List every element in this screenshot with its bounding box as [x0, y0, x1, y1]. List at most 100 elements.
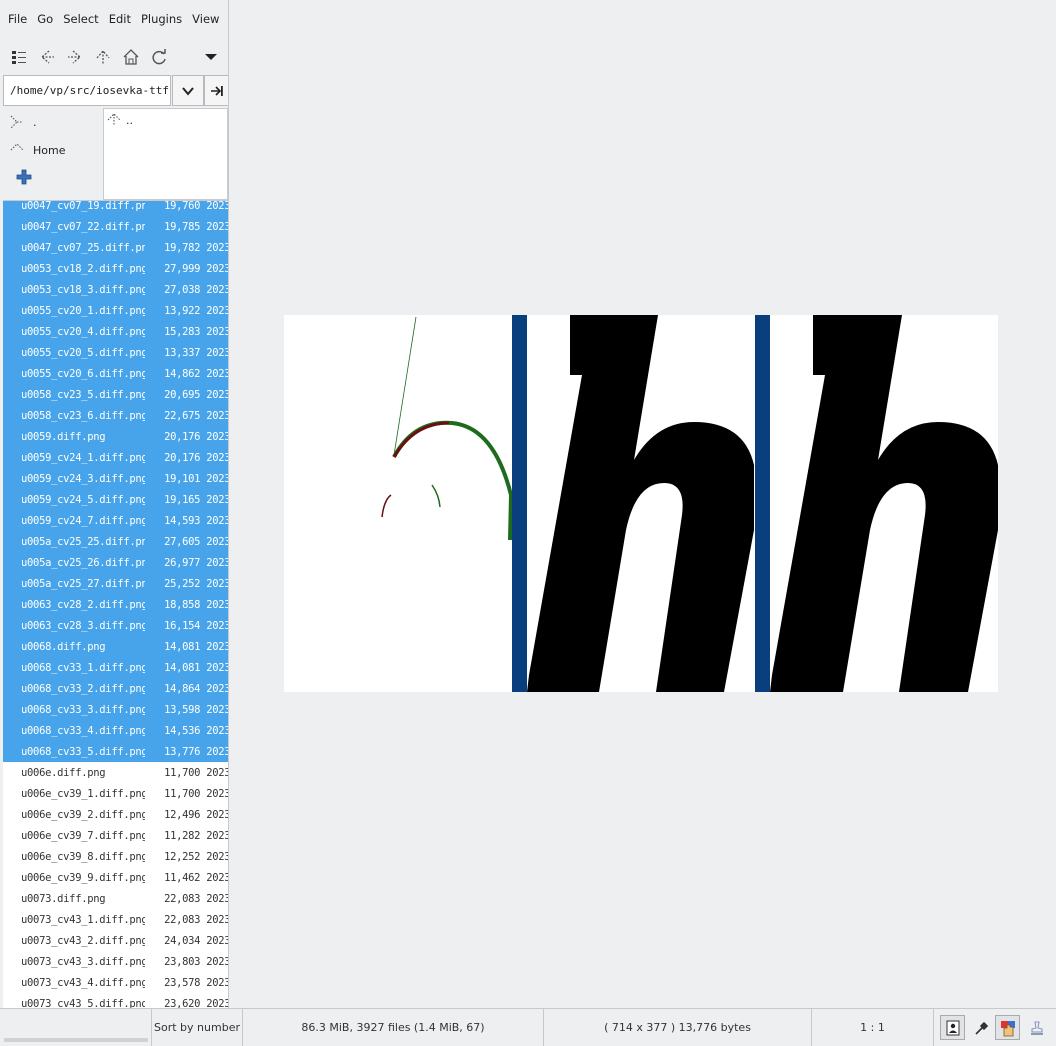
file-row[interactable]: u006e_cv39_8.diff.png 12,252 2023 [3, 846, 228, 867]
diff-image[interactable] [284, 315, 998, 692]
file-row[interactable]: u006e_cv39_9.diff.png 11,462 2023 [3, 867, 228, 888]
plus-icon [16, 169, 32, 185]
file-row[interactable]: u0053_cv18_3.diff.png 27,038 2023 [3, 279, 228, 300]
menu-bar: File Go Select Edit Plugins View Wi [0, 0, 228, 38]
home-button[interactable] [120, 46, 142, 68]
toolbar-menu-button[interactable] [200, 46, 222, 68]
file-row[interactable]: u0068_cv33_5.diff.png 13,776 2023 [3, 741, 228, 762]
file-row[interactable]: u0055_cv20_6.diff.png 14,862 2023 [3, 363, 228, 384]
file-date: 2023 [206, 514, 228, 527]
file-row[interactable]: u0059.diff.png 20,176 2023 [3, 426, 228, 447]
file-date: 2023 [206, 430, 228, 443]
file-row[interactable]: u0059_cv24_7.diff.png 14,593 2023 [3, 510, 228, 531]
bookmark-item-current[interactable]: . [9, 114, 37, 130]
path-go-button[interactable] [204, 75, 228, 106]
path-input[interactable]: /home/vp/src/iosevka-ttf-dif [3, 75, 171, 106]
file-row[interactable]: u006e_cv39_2.diff.png 12,496 2023 [3, 804, 228, 825]
file-row[interactable]: u005a_cv25_25.diff.png 27,605 2023 [3, 531, 228, 552]
add-bookmark-button[interactable] [15, 168, 33, 186]
file-row[interactable]: u0055_cv20_5.diff.png 13,337 2023 [3, 342, 228, 363]
file-size: 22,083 [164, 913, 201, 926]
directory-list: .. [103, 108, 228, 200]
file-row[interactable]: u0047_cv07_25.diff.png 19,782 2023 [3, 237, 228, 258]
file-size: 11,700 [164, 766, 201, 779]
forward-arrow-icon [68, 50, 81, 64]
file-row[interactable]: u0059_cv24_1.diff.png 20,176 2023 [3, 447, 228, 468]
file-size: 14,862 [164, 367, 201, 380]
menu-select[interactable]: Select [63, 12, 98, 26]
file-name: u0073_cv43_5.diff.png [21, 997, 145, 1009]
file-row[interactable]: u0059_cv24_5.diff.png 19,165 2023 [3, 489, 228, 510]
file-size: 23,803 [164, 955, 201, 968]
file-row[interactable]: u0047_cv07_19.diff.png 19,760 2023 [3, 200, 228, 216]
file-row[interactable]: u006e_cv39_7.diff.png 11,282 2023 [3, 825, 228, 846]
person-info-icon [946, 1020, 959, 1035]
file-row[interactable]: u005a_cv25_27.diff.png 25,252 2023 [3, 573, 228, 594]
toolbar [0, 42, 228, 72]
file-row[interactable]: u0073_cv43_2.diff.png 24,034 2023 [3, 930, 228, 951]
file-row[interactable]: u0073_cv43_1.diff.png 22,083 2023 [3, 909, 228, 930]
gqview-window: File Go Select Edit Plugins View Wi [0, 0, 1056, 1046]
file-row[interactable]: u0068_cv33_4.diff.png 14,536 2023 [3, 720, 228, 741]
image-viewer[interactable] [230, 0, 1056, 1008]
info-toggle-button[interactable] [940, 1015, 965, 1040]
file-row[interactable]: u0058_cv23_5.diff.png 20,695 2023 [3, 384, 228, 405]
file-row[interactable]: u0058_cv23_6.diff.png 22,675 2023 [3, 405, 228, 426]
up-button[interactable] [92, 46, 114, 68]
file-name: u0059_cv24_7.diff.png [21, 514, 145, 527]
file-row[interactable]: u0063_cv28_2.diff.png 18,858 2023 [3, 594, 228, 615]
menu-edit[interactable]: Edit [109, 12, 131, 26]
file-date: 2023 [206, 367, 228, 380]
file-row[interactable]: u006e.diff.png 11,700 2023 [3, 762, 228, 783]
file-name: u006e_cv39_7.diff.png [21, 829, 145, 842]
file-row[interactable]: u0047_cv07_22.diff.png 19,785 2023 [3, 216, 228, 237]
file-name: u0047_cv07_19.diff.png [21, 200, 145, 212]
glyph-diff-graphic [284, 315, 998, 692]
file-row[interactable]: u0055_cv20_4.diff.png 15,283 2023 [3, 321, 228, 342]
file-row[interactable]: u0053_cv18_2.diff.png 27,999 2023 [3, 258, 228, 279]
file-row[interactable]: u0068_cv33_1.diff.png 14,081 2023 [3, 657, 228, 678]
file-row[interactable]: u0068_cv33_3.diff.png 13,598 2023 [3, 699, 228, 720]
file-row[interactable]: u0073_cv43_5.diff.png 23,620 2023 [3, 993, 228, 1009]
status-image-info: ( 714 x 377 ) 13,776 bytes [544, 1009, 812, 1046]
exif-rotate-button[interactable] [995, 1015, 1020, 1040]
color-hand-icon [1000, 1020, 1015, 1036]
file-row[interactable]: u006e_cv39_1.diff.png 11,700 2023 [3, 783, 228, 804]
file-row[interactable]: u0068_cv33_2.diff.png 14,864 2023 [3, 678, 228, 699]
file-list: u0047_cv07_19.diff.png 19,760 2023 u0047_cv… [3, 200, 228, 1008]
file-row[interactable]: u0055_cv20_1.diff.png 13,922 2023 [3, 300, 228, 321]
file-row[interactable]: u005a_cv25_26.diff.png 26,977 2023 [3, 552, 228, 573]
file-row[interactable]: u0073.diff.png 22,083 2023 [3, 888, 228, 909]
back-button[interactable] [36, 46, 58, 68]
file-row[interactable]: u0073_cv43_3.diff.png 23,803 2023 [3, 951, 228, 972]
file-row[interactable]: u0059_cv24_3.diff.png 19,101 2023 [3, 468, 228, 489]
menu-plugins[interactable]: Plugins [141, 12, 182, 26]
file-size: 12,252 [164, 850, 201, 863]
path-history-dropdown[interactable] [172, 75, 204, 106]
refresh-button[interactable] [148, 46, 170, 68]
file-row[interactable]: u0073_cv43_4.diff.png 23,578 2023 [3, 972, 228, 993]
bookmark-item-home[interactable]: Home [9, 142, 65, 158]
forward-button[interactable] [64, 46, 86, 68]
bookmark-dir-icon [10, 115, 23, 129]
menu-view[interactable]: View [192, 12, 219, 26]
float-button[interactable] [1024, 1015, 1049, 1040]
file-name: u0068_cv33_1.diff.png [21, 661, 145, 674]
file-name: u005a_cv25_26.diff.png [21, 556, 145, 569]
menu-go[interactable]: Go [37, 12, 53, 26]
color-picker-button[interactable] [968, 1015, 993, 1040]
sort-button[interactable]: Sort by number [152, 1009, 243, 1046]
file-name: u0053_cv18_2.diff.png [21, 262, 145, 275]
file-size: 13,337 [164, 346, 201, 359]
file-row[interactable]: u0068.diff.png 14,081 2023 [3, 636, 228, 657]
file-size: 11,700 [164, 787, 201, 800]
menu-file[interactable]: File [8, 12, 27, 26]
file-size: 14,081 [164, 661, 201, 674]
view-mode-button[interactable] [8, 46, 30, 68]
file-size: 20,695 [164, 388, 201, 401]
file-date: 2023 [206, 934, 228, 947]
file-date: 2023 [206, 388, 228, 401]
file-row[interactable]: u0063_cv28_3.diff.png 16,154 2023 [3, 615, 228, 636]
dir-item-parent[interactable]: .. [106, 112, 133, 128]
bookmarks-panel: . Home [3, 108, 101, 200]
